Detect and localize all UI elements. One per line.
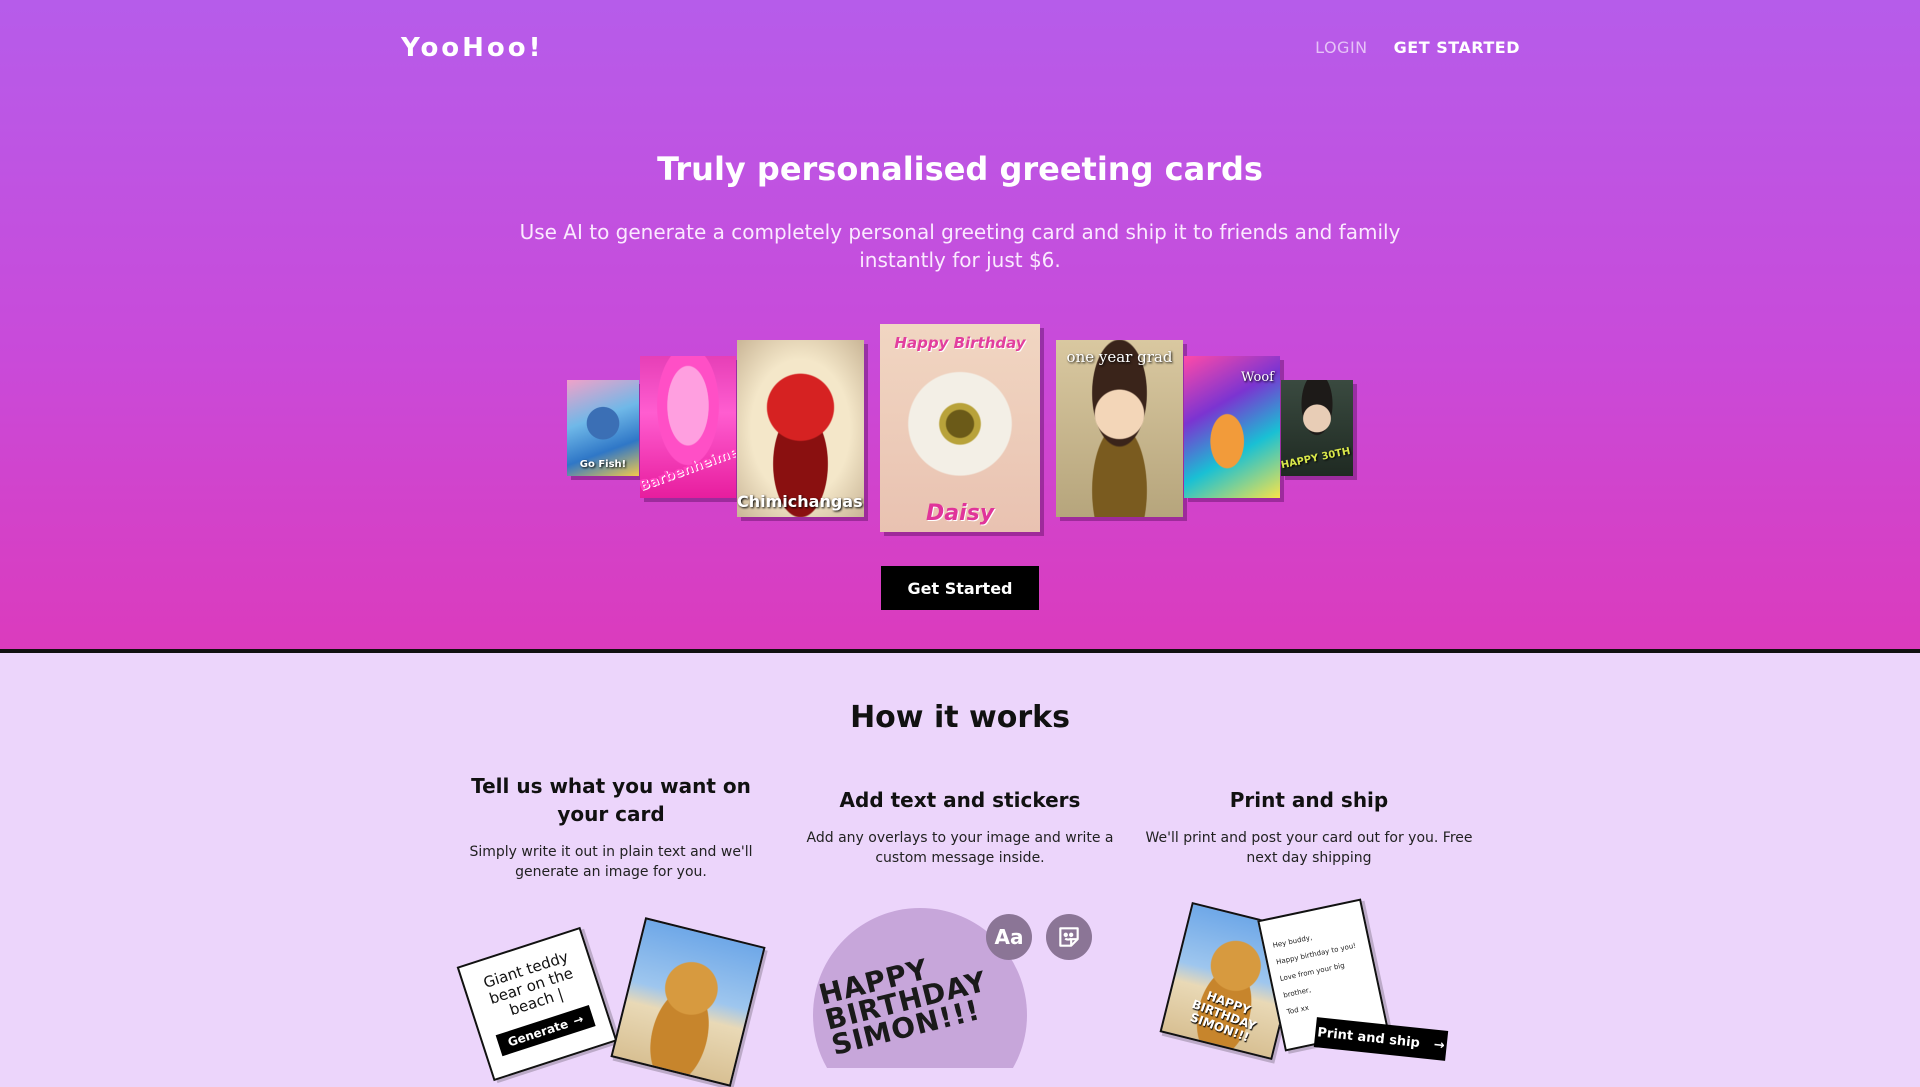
sample-card-deadpool[interactable]: Chimichangas!	[737, 340, 864, 517]
sample-card-30th[interactable]: HAPPY 30TH	[1281, 380, 1353, 476]
text-tool-button[interactable]: Aa	[986, 914, 1032, 960]
step-print-ship: Print and ship We'll print and post your…	[1144, 786, 1474, 868]
step-description: Simply write it out in plain text and we…	[469, 844, 753, 880]
arrow-right-icon: →	[571, 1011, 586, 1029]
get-started-button[interactable]: Get Started	[881, 566, 1039, 610]
how-it-works-title: How it works	[850, 700, 1070, 735]
teddy-bear-image	[610, 917, 766, 1087]
step-title: Print and ship	[1229, 788, 1389, 812]
card-top-caption: Happy Birthday	[894, 334, 1026, 352]
card-caption: HAPPY 30TH	[1281, 445, 1352, 472]
step-title: Add text and stickers	[839, 788, 1081, 812]
step-description: We'll print and post your card out for y…	[1145, 830, 1473, 866]
sample-card-grad[interactable]: one year grad	[1056, 340, 1183, 517]
card-caption: Go Fish!	[579, 459, 627, 470]
step-title: Tell us what you want on your card	[471, 774, 751, 826]
card-caption: Chimichangas!	[737, 492, 864, 511]
sample-card-fish[interactable]: Go Fish!	[567, 380, 639, 476]
bear-card-text: HAPPY BIRTHDAY SIMON!!!	[1188, 988, 1259, 1045]
sticker-icon	[1059, 927, 1079, 947]
arrow-right-icon: →	[1432, 1037, 1446, 1054]
prompt-note-illustration: Giant teddy bear on the beach | Generate…	[456, 926, 618, 1082]
sample-card-daisy[interactable]: Happy Birthday Daisy	[880, 324, 1040, 532]
print-ship-label: Print and ship	[1316, 1024, 1421, 1051]
card-caption: Daisy	[925, 501, 995, 526]
generate-label: Generate	[506, 1016, 570, 1050]
text-tool-icon: Aa	[994, 925, 1024, 949]
step-description: Add any overlays to your image and write…	[806, 830, 1114, 866]
card-carousel: Go Fish! Barbenheimer Chimichangas! Happ…	[0, 0, 1920, 560]
card-caption: Woof	[1241, 370, 1274, 385]
print-and-ship-button-illustration: Print and ship →	[1313, 1017, 1449, 1061]
step-customize: Add text and stickers Add any overlays t…	[795, 786, 1125, 868]
card-caption: Barbenheimer	[640, 441, 736, 495]
sample-card-dog[interactable]: Woof	[1184, 356, 1280, 498]
sample-card-barbenheimer[interactable]: Barbenheimer	[640, 356, 736, 498]
hero-section: YooHoo! LOGIN GET STARTED Truly personal…	[0, 0, 1920, 653]
sticker-tool-button[interactable]	[1046, 914, 1092, 960]
card-caption: one year grad	[1066, 348, 1173, 366]
step-describe: Tell us what you want on your card Simpl…	[446, 772, 776, 882]
